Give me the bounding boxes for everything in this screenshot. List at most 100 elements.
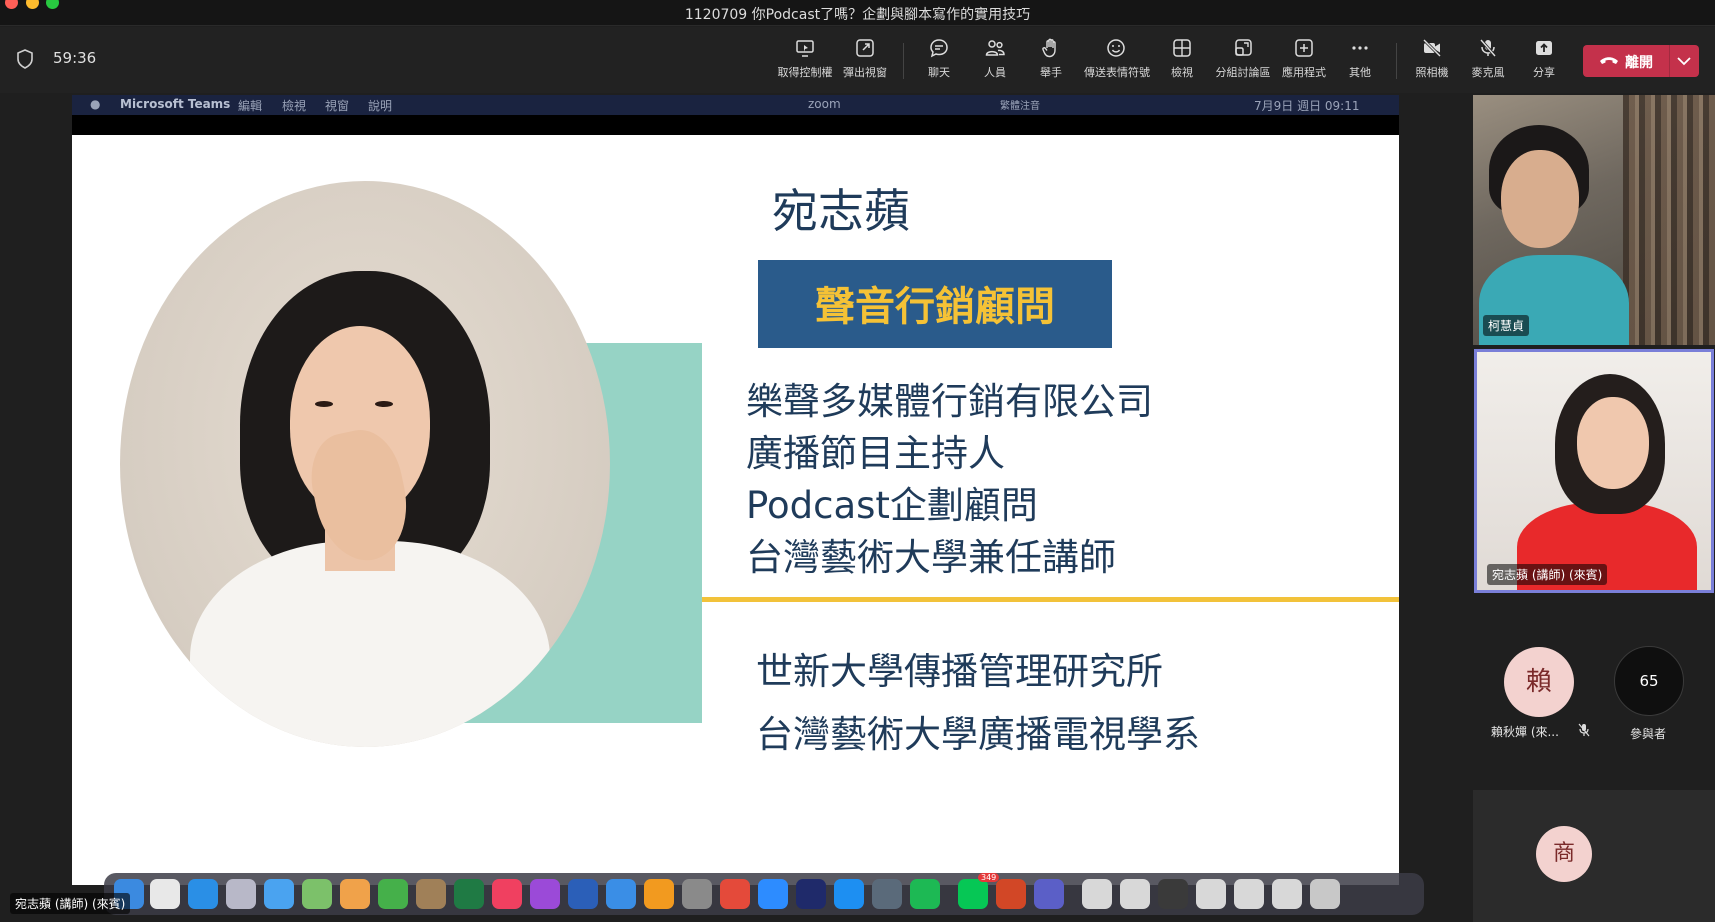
take-control-label: 取得控制權: [777, 66, 833, 79]
people-label: 人員: [984, 66, 1006, 79]
toolbar-separator: [903, 43, 904, 79]
chrome-icon[interactable]: [150, 879, 180, 909]
mac-app-name: Microsoft Teams: [120, 97, 231, 111]
speaker-name-tag: 宛志蘋 (講師) (來賓): [1487, 564, 1608, 585]
trash-icon[interactable]: [1310, 879, 1340, 909]
speaker-video-tile[interactable]: 宛志蘋 (講師) (來賓): [1474, 349, 1714, 593]
leave-button[interactable]: 離開: [1583, 45, 1699, 77]
mac-menu-help: 說明: [368, 99, 393, 113]
keynote-icon[interactable]: [606, 879, 636, 909]
mac-menu-view: 檢視: [282, 99, 307, 113]
meeting-timer: 59:36: [53, 49, 97, 67]
system-settings-icon[interactable]: [682, 879, 712, 909]
share-icon: [1536, 41, 1552, 55]
contacts-icon[interactable]: [416, 879, 446, 909]
emoji-label: 傳送表情符號: [1084, 66, 1150, 79]
emoji-icon: [1107, 39, 1125, 57]
participant-avatar[interactable]: 賴: [1504, 647, 1574, 717]
mac-menu-window: 視窗: [325, 99, 350, 113]
self-view-name-tag: 宛志蘋 (講師) (來賓): [10, 893, 131, 914]
apps-label: 應用程式: [1282, 66, 1326, 79]
line-badge: 349: [978, 873, 1000, 882]
teams-meeting-window: 1120709 你Podcast了嗎？企劃與腳本寫作的實用技巧 59:36 取得…: [0, 0, 1715, 922]
emoji-button[interactable]: 傳送表情符號: [1084, 37, 1150, 87]
mac-zoom-label: zoom: [808, 97, 841, 111]
take-control-button[interactable]: 取得控制權: [773, 37, 837, 87]
mail-icon[interactable]: [264, 879, 294, 909]
safari-icon[interactable]: [188, 879, 218, 909]
mac-input-method: 繁體注音: [1000, 101, 1040, 112]
credential-line: Podcast企劃顧問: [746, 484, 1038, 527]
music-icon[interactable]: [492, 879, 522, 909]
window-title: 1120709 你Podcast了嗎？企劃與腳本寫作的實用技巧: [684, 7, 1031, 23]
participant-tile[interactable]: 商: [1473, 790, 1715, 922]
presenter-portrait: [120, 181, 610, 747]
photos-icon[interactable]: [340, 879, 370, 909]
shield-icon: [17, 49, 33, 69]
apple-icon: ●: [90, 97, 101, 111]
more-label: 其他: [1349, 66, 1371, 79]
camera-button[interactable]: 照相機: [1400, 37, 1464, 87]
powerpoint-icon[interactable]: [996, 879, 1026, 909]
dock-window-thumbnail[interactable]: [1158, 879, 1188, 909]
people-icon: [985, 40, 1005, 56]
title-badge: 聲音行銷顧問: [758, 260, 1112, 348]
speaker-name: 宛志蘋: [772, 184, 910, 238]
accent-divider: [702, 597, 1399, 602]
teams-icon[interactable]: [1034, 879, 1064, 909]
mac-menu-bar: ● Microsoft Teams 編輯 檢視 視窗 說明 zoom 繁體注音 …: [72, 95, 1399, 115]
breakout-rooms-button[interactable]: 分組討論區: [1211, 37, 1275, 87]
excel-icon[interactable]: [454, 879, 484, 909]
dock-window-thumbnail[interactable]: [1272, 879, 1302, 909]
dock-window-thumbnail[interactable]: [1082, 879, 1112, 909]
word-icon[interactable]: [568, 879, 598, 909]
line-icon[interactable]: [958, 879, 988, 909]
spotify-icon[interactable]: [910, 879, 940, 909]
zoom-icon[interactable]: [758, 879, 788, 909]
shared-screen[interactable]: ● Microsoft Teams 編輯 檢視 視窗 說明 zoom 繁體注音 …: [72, 95, 1399, 885]
leave-label: 離開: [1625, 55, 1653, 71]
credential-line: 廣播節目主持人: [746, 432, 1005, 475]
quicktime-icon[interactable]: [872, 879, 902, 909]
dock-window-thumbnail[interactable]: [1120, 879, 1150, 909]
microphone-button[interactable]: 麥克風: [1456, 37, 1520, 87]
apps-button[interactable]: 應用程式: [1272, 37, 1336, 87]
participant-count-button[interactable]: 65: [1614, 646, 1684, 716]
pop-out-button[interactable]: 彈出視窗: [833, 37, 897, 87]
people-button[interactable]: 人員: [963, 37, 1027, 87]
podcasts-icon[interactable]: [530, 879, 560, 909]
meeting-toolbar: 59:36 取得控制權 彈出視窗 聊天 人員 舉手 傳送表情符號 檢視 分組討論…: [0, 27, 1715, 93]
view-icon: [1173, 39, 1191, 57]
numbers-icon[interactable]: [378, 879, 408, 909]
pop-out-label: 彈出視窗: [843, 66, 887, 79]
participant-figure: [1479, 125, 1629, 345]
app-store-icon[interactable]: [834, 879, 864, 909]
launchpad-icon[interactable]: [226, 879, 256, 909]
todoist-icon[interactable]: [720, 879, 750, 909]
maps-icon[interactable]: [302, 879, 332, 909]
chat-button[interactable]: 聊天: [907, 37, 971, 87]
participant-video-tile[interactable]: 柯慧貞: [1473, 95, 1715, 345]
chat-icon: [930, 39, 948, 58]
chevron-down-icon[interactable]: [1676, 55, 1692, 67]
portrait-eye: [315, 401, 333, 407]
raise-hand-label: 舉手: [1040, 66, 1062, 79]
raise-hand-icon: [1042, 38, 1056, 58]
view-label: 檢視: [1171, 66, 1193, 79]
participant-face: [1501, 150, 1579, 248]
share-button[interactable]: 分享: [1512, 37, 1576, 87]
hang-up-icon: [1600, 57, 1618, 64]
more-button[interactable]: 其他: [1328, 37, 1392, 87]
leave-divider: [1669, 45, 1670, 77]
dock-window-thumbnail[interactable]: [1234, 879, 1264, 909]
dock-window-thumbnail[interactable]: [1196, 879, 1226, 909]
microphone-label: 麥克風: [1471, 66, 1505, 79]
education-line: 世新大學傳播管理研究所: [756, 650, 1163, 693]
participant-avatar: 商: [1536, 826, 1592, 882]
pages-icon[interactable]: [644, 879, 674, 909]
portrait-eye: [375, 401, 393, 407]
audition-icon[interactable]: [796, 879, 826, 909]
view-button[interactable]: 檢視: [1150, 37, 1214, 87]
raise-hand-button[interactable]: 舉手: [1019, 37, 1083, 87]
credential-line: 台灣藝術大學兼任講師: [746, 536, 1116, 579]
